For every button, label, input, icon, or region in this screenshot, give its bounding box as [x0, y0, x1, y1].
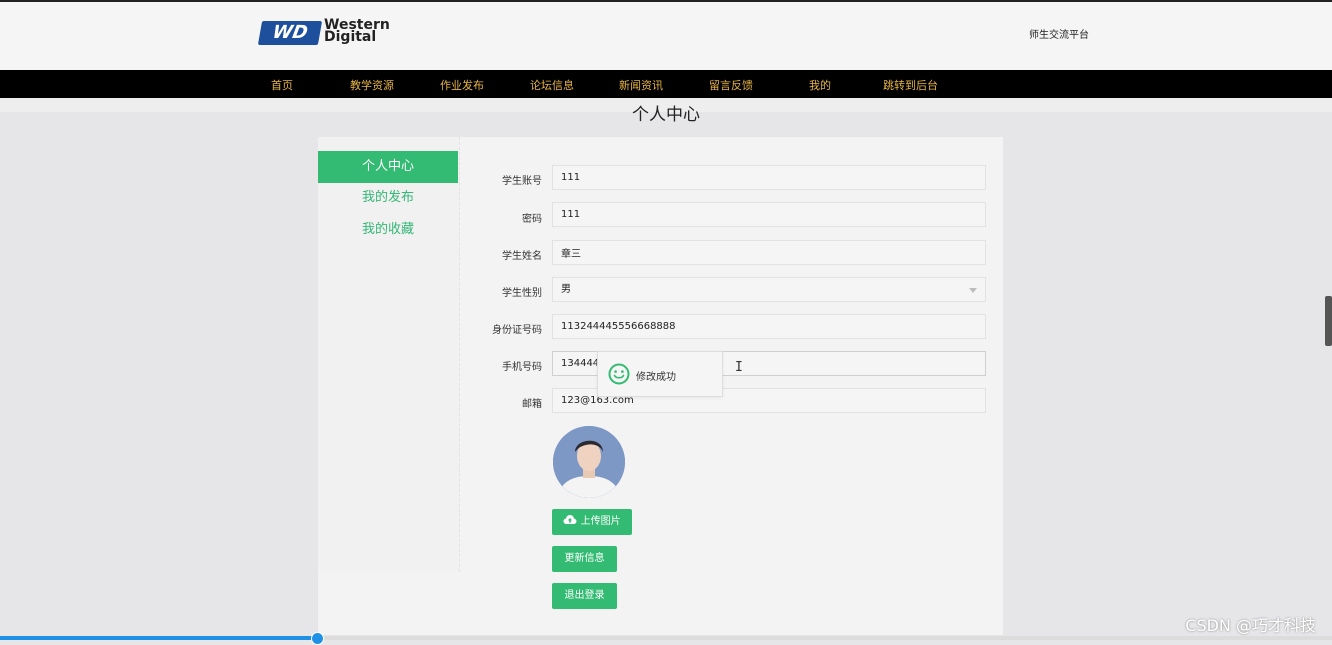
western-digital-logo[interactable]: WD Western Digital [257, 18, 400, 49]
password-field[interactable] [552, 202, 986, 227]
gender-select[interactable]: 男 [552, 277, 986, 302]
email-label: 邮箱 [522, 399, 542, 410]
success-toast: 修改成功 [597, 351, 723, 397]
sidebar-item-my-favorites[interactable]: 我的收藏 [318, 214, 458, 246]
password-label: 密码 [522, 214, 542, 225]
site-header: WD Western Digital 师生交流平台 [0, 2, 1332, 70]
gender-label: 学生性别 [502, 288, 542, 299]
avatar [553, 426, 625, 498]
toast-message: 修改成功 [636, 372, 676, 383]
progress-handle[interactable] [311, 632, 325, 645]
nav-item-mine[interactable]: 我的 [809, 77, 831, 93]
id-number-field[interactable] [552, 314, 986, 339]
account-field[interactable] [552, 165, 986, 190]
nav-item-admin[interactable]: 跳转到后台 [883, 77, 938, 93]
gender-selected-value: 男 [561, 284, 571, 295]
chevron-down-icon [969, 288, 977, 293]
smile-icon [608, 363, 630, 385]
upload-image-button[interactable]: 上传图片 [552, 509, 632, 535]
id-number-label: 身份证号码 [492, 325, 542, 336]
upload-image-label: 上传图片 [580, 516, 621, 527]
text-cursor-icon: I [735, 360, 743, 375]
logout-button[interactable]: 退出登录 [552, 583, 617, 609]
cloud-upload-icon [563, 515, 577, 524]
logo-mark: WD [257, 21, 323, 45]
sidebar: 个人中心 我的发布 我的收藏 [318, 137, 460, 572]
avatar-portrait [553, 426, 625, 498]
progress-bar[interactable] [0, 632, 1332, 645]
name-label: 学生姓名 [502, 251, 542, 262]
nav-item-home[interactable]: 首页 [271, 77, 293, 93]
nav-item-news[interactable]: 新闻资讯 [619, 77, 663, 93]
sidebar-item-my-posts[interactable]: 我的发布 [318, 182, 458, 214]
page-scrollbar-thumb[interactable] [1325, 296, 1332, 346]
phone-label: 手机号码 [502, 362, 542, 373]
sidebar-item-profile[interactable]: 个人中心 [318, 151, 458, 183]
site-title: 师生交流平台 [1029, 30, 1089, 41]
watermark: CSDN @巧才科技 [1185, 616, 1316, 635]
page-title: 个人中心 [632, 105, 700, 125]
name-field[interactable] [552, 240, 986, 265]
logo-wordmark: Western Digital [324, 18, 390, 44]
update-info-button[interactable]: 更新信息 [552, 546, 617, 572]
account-label: 学生账号 [502, 176, 542, 187]
main-nav: 首页 教学资源 作业发布 论坛信息 新闻资讯 留言反馈 我的 跳转到后台 [0, 70, 1332, 98]
nav-item-resources[interactable]: 教学资源 [350, 77, 394, 93]
nav-item-feedback[interactable]: 留言反馈 [709, 77, 753, 93]
nav-item-forum[interactable]: 论坛信息 [530, 77, 574, 93]
progress-fill [0, 636, 318, 640]
nav-item-homework[interactable]: 作业发布 [440, 77, 484, 93]
